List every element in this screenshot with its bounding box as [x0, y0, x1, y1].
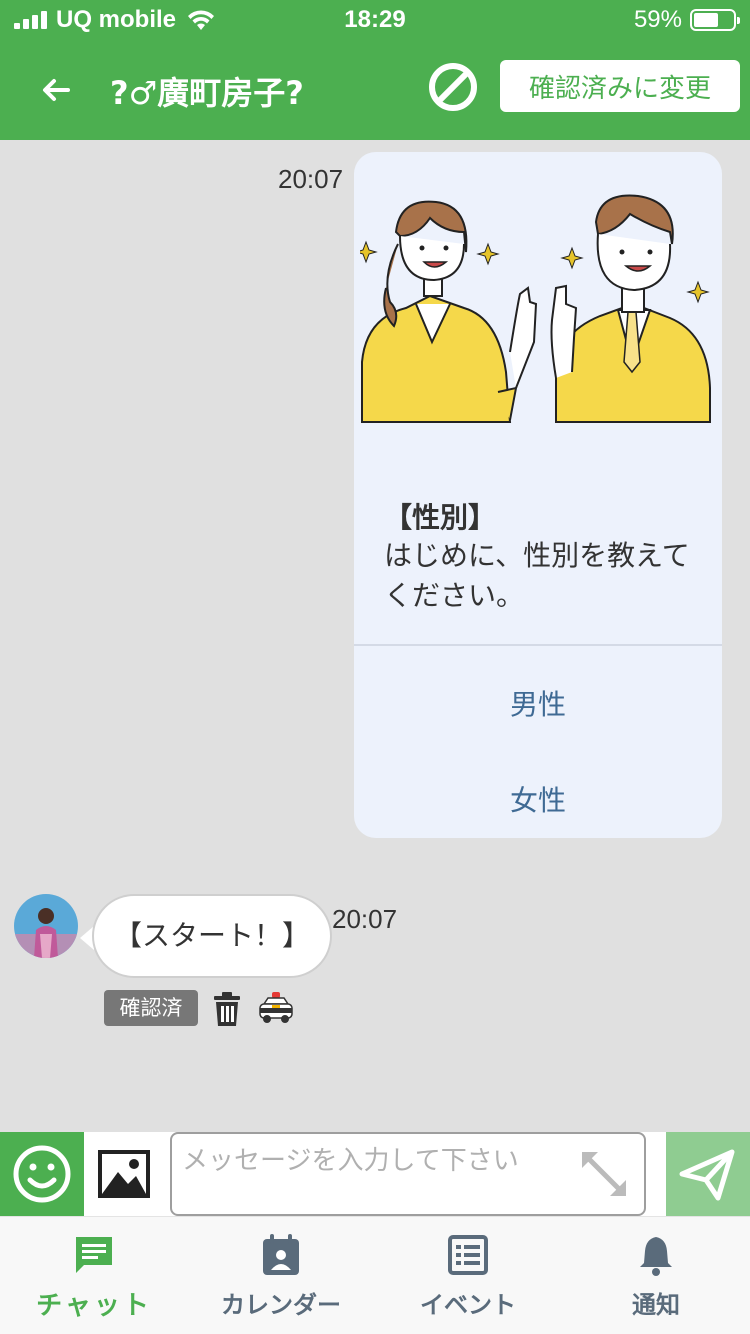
bottom-tab-bar: チャット カレンダー イベント 通知	[0, 1216, 750, 1334]
tab-calendar[interactable]: カレンダー	[188, 1217, 374, 1334]
option-male-button[interactable]: 男性	[354, 670, 722, 740]
bell-icon	[640, 1237, 672, 1276]
image-icon	[98, 1150, 150, 1198]
event-list-icon	[448, 1235, 488, 1275]
tab-event[interactable]: イベント	[374, 1217, 562, 1334]
status-badge[interactable]: 確認済	[104, 990, 198, 1026]
emoji-button[interactable]	[0, 1132, 84, 1216]
mark-confirmed-button[interactable]: 確認済みに変更	[500, 60, 740, 112]
trash-icon[interactable]	[212, 992, 242, 1026]
app-header: ?♂廣町房子? 確認済みに変更	[0, 40, 750, 140]
avatar[interactable]	[14, 894, 78, 958]
question-title: 【性別】	[384, 501, 497, 534]
back-arrow-icon[interactable]	[38, 72, 74, 108]
user-message-bubble[interactable]: 【スタート！】	[92, 894, 332, 978]
send-button[interactable]	[666, 1132, 750, 1216]
block-icon[interactable]	[426, 60, 480, 114]
battery-icon	[690, 9, 740, 31]
tab-notifications[interactable]: 通知	[562, 1217, 750, 1334]
police-car-icon[interactable]	[258, 990, 294, 1026]
battery-percent: 59%	[633, 6, 682, 33]
question-text: はじめに、性別を教えてください。	[384, 539, 690, 612]
message-time: 20:07	[278, 164, 344, 194]
message-time: 20:07	[332, 904, 398, 934]
card-divider	[354, 644, 722, 646]
image-upload-button[interactable]	[94, 1146, 154, 1202]
expand-icon[interactable]	[576, 1146, 632, 1202]
send-icon	[679, 1149, 735, 1201]
calendar-icon	[263, 1234, 299, 1275]
smiley-icon	[13, 1145, 71, 1203]
chat-area[interactable]: 20:07 【性別】 はじめに、性別を教えてください。 男性 女性 【スタート！…	[0, 140, 750, 1132]
tab-label: 通知	[632, 1291, 680, 1319]
message-input[interactable]	[170, 1132, 646, 1216]
chat-icon	[76, 1237, 112, 1273]
tab-label: イベント	[420, 1291, 516, 1319]
chat-partner-name: ?♂廣町房子?	[110, 74, 304, 112]
tab-label: チャット	[36, 1291, 152, 1321]
tab-label: カレンダー	[221, 1291, 341, 1319]
question-card: 【性別】 はじめに、性別を教えてください。 男性 女性	[354, 152, 722, 838]
message-input-bar	[0, 1132, 750, 1216]
option-female-button[interactable]: 女性	[354, 766, 722, 836]
tab-chat[interactable]: チャット	[0, 1217, 188, 1334]
status-bar: UQ mobile 18:29 59%	[0, 0, 750, 40]
business-people-illustration	[360, 194, 711, 423]
